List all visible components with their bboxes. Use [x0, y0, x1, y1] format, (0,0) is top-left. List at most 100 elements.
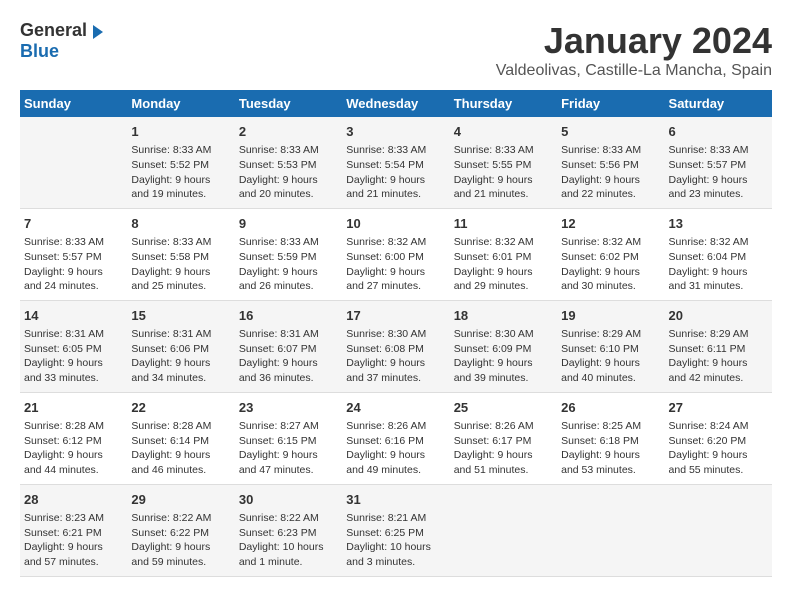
header-wednesday: Wednesday [342, 90, 449, 117]
day-number: 17 [346, 307, 445, 325]
day-info: Sunrise: 8:28 AM Sunset: 6:12 PM Dayligh… [24, 419, 123, 478]
day-number: 30 [239, 491, 338, 509]
day-info: Sunrise: 8:33 AM Sunset: 5:57 PM Dayligh… [24, 235, 123, 294]
logo-blue-text: Blue [20, 41, 59, 61]
calendar-cell: 16 Sunrise: 8:31 AM Sunset: 6:07 PM Dayli… [235, 300, 342, 392]
day-number: 13 [669, 215, 768, 233]
day-number: 21 [24, 399, 123, 417]
day-number: 18 [454, 307, 553, 325]
day-info: Sunrise: 8:29 AM Sunset: 6:11 PM Dayligh… [669, 327, 768, 386]
day-number: 7 [24, 215, 123, 233]
calendar-cell: 19Sunrise: 8:29 AM Sunset: 6:10 PM Dayli… [557, 300, 664, 392]
calendar-table: SundayMondayTuesdayWednesdayThursdayFrid… [20, 90, 772, 577]
day-info: Sunrise: 8:33 AM Sunset: 5:58 PM Dayligh… [131, 235, 230, 294]
calendar-cell: 31 Sunrise: 8:21 AM Sunset: 6:25 PM Dayli… [342, 484, 449, 576]
logo-line1: General [20, 20, 107, 41]
calendar-cell: 21 Sunrise: 8:28 AM Sunset: 6:12 PM Dayli… [20, 392, 127, 484]
calendar-cell: 1 Sunrise: 8:33 AM Sunset: 5:52 PM Daylig… [127, 117, 234, 208]
calendar-cell: 3Sunrise: 8:33 AM Sunset: 5:54 PM Daylig… [342, 117, 449, 208]
day-info: Sunrise: 8:33 AM Sunset: 5:59 PM Dayligh… [239, 235, 338, 294]
week-row-3: 14 Sunrise: 8:31 AM Sunset: 6:05 PM Dayli… [20, 300, 772, 392]
day-info: Sunrise: 8:26 AM Sunset: 6:16 PM Dayligh… [346, 419, 445, 478]
calendar-cell [557, 484, 664, 576]
day-number: 28 [24, 491, 123, 509]
day-number: 24 [346, 399, 445, 417]
calendar-cell: 15Sunrise: 8:31 AM Sunset: 6:06 PM Dayli… [127, 300, 234, 392]
day-number: 19 [561, 307, 660, 325]
day-number: 23 [239, 399, 338, 417]
day-number: 26 [561, 399, 660, 417]
day-info: Sunrise: 8:30 AM Sunset: 6:08 PM Dayligh… [346, 327, 445, 386]
day-info: Sunrise: 8:30 AM Sunset: 6:09 PM Dayligh… [454, 327, 553, 386]
day-info: Sunrise: 8:33 AM Sunset: 5:52 PM Dayligh… [131, 143, 230, 202]
day-info: Sunrise: 8:33 AM Sunset: 5:57 PM Dayligh… [669, 143, 768, 202]
calendar-cell: 6 Sunrise: 8:33 AM Sunset: 5:57 PM Daylig… [665, 117, 772, 208]
week-row-2: 7 Sunrise: 8:33 AM Sunset: 5:57 PM Daylig… [20, 208, 772, 300]
calendar-cell: 5 Sunrise: 8:33 AM Sunset: 5:56 PM Daylig… [557, 117, 664, 208]
day-info: Sunrise: 8:21 AM Sunset: 6:25 PM Dayligh… [346, 511, 445, 570]
page-header: General Blue January 2024 Valdeolivas, C… [20, 20, 772, 80]
day-info: Sunrise: 8:22 AM Sunset: 6:22 PM Dayligh… [131, 511, 230, 570]
day-info: Sunrise: 8:33 AM Sunset: 5:55 PM Dayligh… [454, 143, 553, 202]
day-info: Sunrise: 8:33 AM Sunset: 5:56 PM Dayligh… [561, 143, 660, 202]
calendar-cell: 27Sunrise: 8:24 AM Sunset: 6:20 PM Dayli… [665, 392, 772, 484]
day-info: Sunrise: 8:31 AM Sunset: 6:07 PM Dayligh… [239, 327, 338, 386]
calendar-cell [665, 484, 772, 576]
calendar-header-row: SundayMondayTuesdayWednesdayThursdayFrid… [20, 90, 772, 117]
calendar-cell: 7 Sunrise: 8:33 AM Sunset: 5:57 PM Daylig… [20, 208, 127, 300]
day-number: 22 [131, 399, 230, 417]
day-info: Sunrise: 8:31 AM Sunset: 6:05 PM Dayligh… [24, 327, 123, 386]
calendar-cell: 17 Sunrise: 8:30 AM Sunset: 6:08 PM Dayli… [342, 300, 449, 392]
header-thursday: Thursday [450, 90, 557, 117]
calendar-cell: 8 Sunrise: 8:33 AM Sunset: 5:58 PM Daylig… [127, 208, 234, 300]
day-info: Sunrise: 8:33 AM Sunset: 5:54 PM Dayligh… [346, 143, 445, 202]
day-number: 25 [454, 399, 553, 417]
week-row-5: 28Sunrise: 8:23 AM Sunset: 6:21 PM Dayli… [20, 484, 772, 576]
day-number: 1 [131, 123, 230, 141]
day-info: Sunrise: 8:32 AM Sunset: 6:00 PM Dayligh… [346, 235, 445, 294]
calendar-cell: 12 Sunrise: 8:32 AM Sunset: 6:02 PM Dayli… [557, 208, 664, 300]
header-friday: Friday [557, 90, 664, 117]
header-monday: Monday [127, 90, 234, 117]
day-number: 11 [454, 215, 553, 233]
day-info: Sunrise: 8:32 AM Sunset: 6:04 PM Dayligh… [669, 235, 768, 294]
day-number: 8 [131, 215, 230, 233]
calendar-cell: 13 Sunrise: 8:32 AM Sunset: 6:04 PM Dayli… [665, 208, 772, 300]
day-number: 2 [239, 123, 338, 141]
calendar-cell: 18 Sunrise: 8:30 AM Sunset: 6:09 PM Dayli… [450, 300, 557, 392]
calendar-cell: 14 Sunrise: 8:31 AM Sunset: 6:05 PM Dayli… [20, 300, 127, 392]
calendar-cell: 29 Sunrise: 8:22 AM Sunset: 6:22 PM Dayli… [127, 484, 234, 576]
day-info: Sunrise: 8:31 AM Sunset: 6:06 PM Dayligh… [131, 327, 230, 386]
calendar-cell: 22 Sunrise: 8:28 AM Sunset: 6:14 PM Dayli… [127, 392, 234, 484]
calendar-cell: 26Sunrise: 8:25 AM Sunset: 6:18 PM Dayli… [557, 392, 664, 484]
week-row-4: 21 Sunrise: 8:28 AM Sunset: 6:12 PM Dayli… [20, 392, 772, 484]
logo-general-text: General [20, 20, 87, 40]
day-number: 4 [454, 123, 553, 141]
logo-arrow-icon [89, 23, 107, 41]
day-info: Sunrise: 8:26 AM Sunset: 6:17 PM Dayligh… [454, 419, 553, 478]
calendar-cell: 23 Sunrise: 8:27 AM Sunset: 6:15 PM Dayli… [235, 392, 342, 484]
header-sunday: Sunday [20, 90, 127, 117]
day-info: Sunrise: 8:32 AM Sunset: 6:02 PM Dayligh… [561, 235, 660, 294]
day-info: Sunrise: 8:28 AM Sunset: 6:14 PM Dayligh… [131, 419, 230, 478]
day-number: 12 [561, 215, 660, 233]
calendar-cell: 10 Sunrise: 8:32 AM Sunset: 6:00 PM Dayli… [342, 208, 449, 300]
day-number: 31 [346, 491, 445, 509]
day-number: 6 [669, 123, 768, 141]
title-area: January 2024 Valdeolivas, Castille-La Ma… [496, 20, 772, 80]
calendar-cell: 28Sunrise: 8:23 AM Sunset: 6:21 PM Dayli… [20, 484, 127, 576]
calendar-cell: 30Sunrise: 8:22 AM Sunset: 6:23 PM Dayli… [235, 484, 342, 576]
day-info: Sunrise: 8:27 AM Sunset: 6:15 PM Dayligh… [239, 419, 338, 478]
day-number: 5 [561, 123, 660, 141]
day-number: 10 [346, 215, 445, 233]
day-number: 16 [239, 307, 338, 325]
day-number: 29 [131, 491, 230, 509]
calendar-cell [20, 117, 127, 208]
calendar-cell [450, 484, 557, 576]
calendar-cell: 24 Sunrise: 8:26 AM Sunset: 6:16 PM Dayli… [342, 392, 449, 484]
calendar-cell: 20Sunrise: 8:29 AM Sunset: 6:11 PM Dayli… [665, 300, 772, 392]
calendar-cell: 2Sunrise: 8:33 AM Sunset: 5:53 PM Daylig… [235, 117, 342, 208]
day-number: 9 [239, 215, 338, 233]
header-tuesday: Tuesday [235, 90, 342, 117]
day-number: 14 [24, 307, 123, 325]
